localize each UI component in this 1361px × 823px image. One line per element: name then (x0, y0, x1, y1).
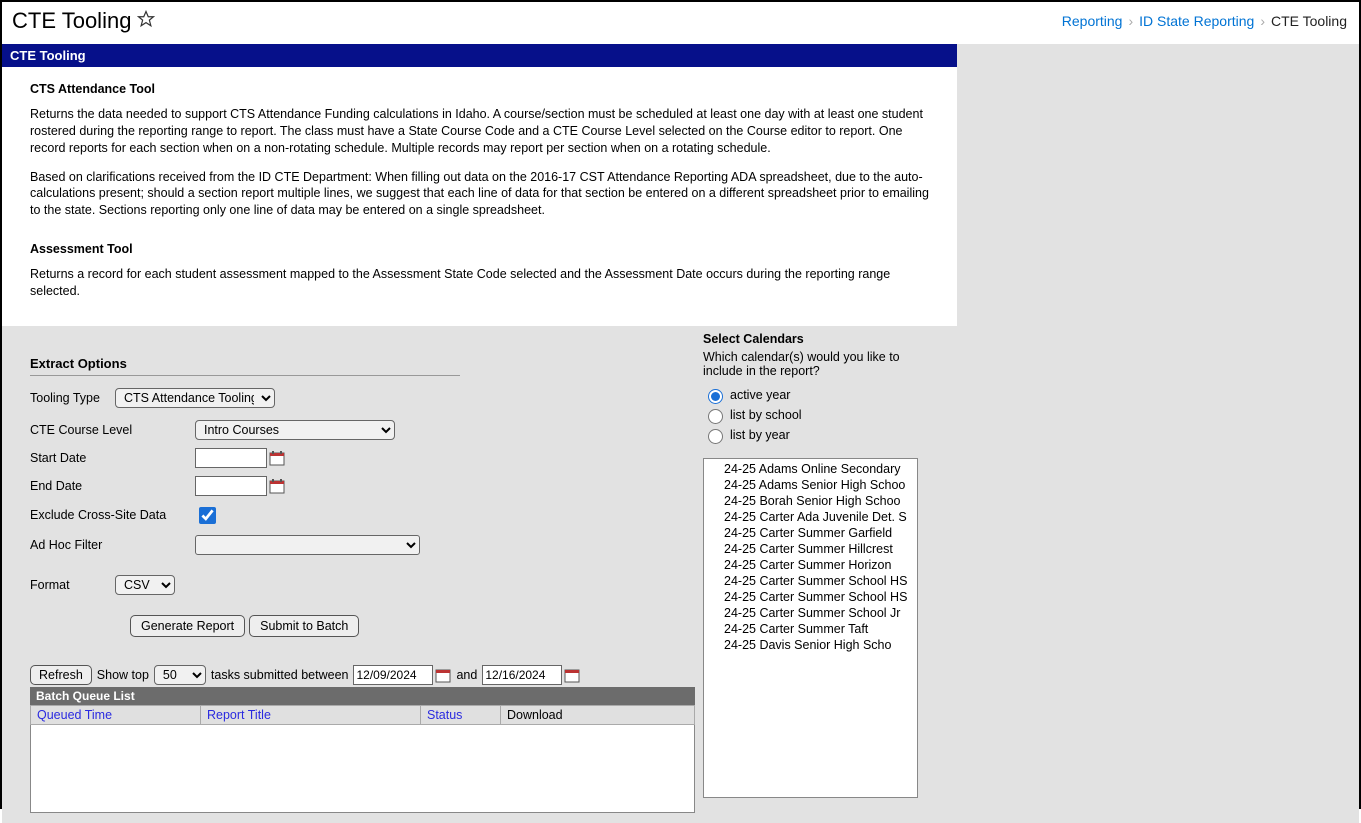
end-date-label: End Date (30, 479, 195, 493)
submit-to-batch-button[interactable]: Submit to Batch (249, 615, 359, 637)
generate-report-button[interactable]: Generate Report (130, 615, 245, 637)
calendar-list-item[interactable]: 24-25 Carter Summer Hillcrest (704, 541, 917, 557)
calendar-list-item[interactable]: 24-25 Carter Summer Garfield (704, 525, 917, 541)
refresh-button[interactable]: Refresh (30, 665, 92, 685)
calendar-scope-radio[interactable]: active year (703, 386, 933, 404)
calendar-icon[interactable] (435, 667, 451, 683)
description-panel: CTS Attendance Tool Returns the data nee… (2, 67, 957, 326)
show-top-label: Show top (97, 668, 149, 682)
calendar-list-item[interactable]: 24-25 Adams Senior High Schoo (704, 477, 917, 493)
assessment-heading: Assessment Tool (30, 241, 933, 258)
col-status[interactable]: Status (421, 705, 501, 724)
cte-course-level-label: CTE Course Level (30, 423, 195, 437)
breadcrumb: Reporting › ID State Reporting › CTE Too… (1062, 13, 1347, 29)
col-report-title[interactable]: Report Title (201, 705, 421, 724)
chevron-right-icon: › (1128, 13, 1133, 29)
page-title-text: CTE Tooling (12, 8, 131, 34)
assessment-desc: Returns a record for each student assess… (30, 266, 933, 300)
calendar-scope-radio[interactable]: list by year (703, 426, 933, 444)
right-gutter (957, 44, 1359, 823)
radio-input[interactable] (708, 429, 723, 444)
end-date-input[interactable] (195, 476, 267, 496)
queue-empty-body (31, 724, 695, 812)
breadcrumb-current: CTE Tooling (1271, 13, 1347, 29)
calendar-listbox[interactable]: 24-25 Adams Online Secondary24-25 Adams … (703, 458, 918, 798)
col-queued-time[interactable]: Queued Time (31, 705, 201, 724)
tasks-between-label: tasks submitted between (211, 668, 349, 682)
calendar-list-item[interactable]: 24-25 Carter Ada Juvenile Det. S (704, 509, 917, 525)
page-title: CTE Tooling (12, 8, 155, 34)
calendar-list-item[interactable]: 24-25 Borah Senior High Schoo (704, 493, 917, 509)
calendar-icon[interactable] (269, 478, 285, 494)
queue-date-from-input[interactable] (353, 665, 433, 685)
calendar-list-item[interactable]: 24-25 Carter Summer Horizon (704, 557, 917, 573)
format-select[interactable]: CSV (115, 575, 175, 595)
calendar-list-item[interactable]: 24-25 Davis Senior High Scho (704, 637, 917, 653)
col-download: Download (501, 705, 695, 724)
start-date-label: Start Date (30, 451, 195, 465)
radio-input[interactable] (708, 389, 723, 404)
breadcrumb-reporting[interactable]: Reporting (1062, 13, 1123, 29)
select-calendars-heading: Select Calendars (703, 332, 933, 346)
favorite-star-icon[interactable] (137, 8, 155, 34)
calendar-scope-radio[interactable]: list by school (703, 406, 933, 424)
extract-options-heading: Extract Options (30, 356, 460, 376)
radio-label: list by year (730, 428, 790, 442)
radio-label: list by school (730, 408, 802, 422)
cts-desc-2: Based on clarifications received from th… (30, 169, 933, 220)
chevron-right-icon: › (1260, 13, 1265, 29)
radio-label: active year (730, 388, 790, 402)
calendar-list-item[interactable]: 24-25 Carter Summer School HS (704, 573, 917, 589)
and-label: and (456, 668, 477, 682)
show-top-select[interactable]: 50 (154, 665, 206, 685)
calendar-list-item[interactable]: 24-25 Carter Summer School HS (704, 589, 917, 605)
cte-course-level-select[interactable]: Intro Courses (195, 420, 395, 440)
calendar-icon[interactable] (564, 667, 580, 683)
format-label: Format (30, 578, 115, 592)
adhoc-filter-label: Ad Hoc Filter (30, 538, 195, 552)
calendar-icon[interactable] (269, 450, 285, 466)
calendar-list-item[interactable]: 24-25 Adams Online Secondary (704, 461, 917, 477)
calendar-list-item[interactable]: 24-25 Carter Summer School Jr (704, 605, 917, 621)
batch-queue-table: Queued Time Report Title Status Download (30, 705, 695, 813)
exclude-cross-site-checkbox[interactable] (199, 507, 216, 524)
queue-date-to-input[interactable] (482, 665, 562, 685)
breadcrumb-state-reporting[interactable]: ID State Reporting (1139, 13, 1254, 29)
adhoc-filter-select[interactable] (195, 535, 420, 555)
cts-desc-1: Returns the data needed to support CTS A… (30, 106, 933, 157)
select-calendars-sub: Which calendar(s) would you like to incl… (703, 350, 933, 378)
start-date-input[interactable] (195, 448, 267, 468)
exclude-cross-site-label: Exclude Cross-Site Data (30, 508, 195, 522)
radio-input[interactable] (708, 409, 723, 424)
calendar-list-item[interactable]: 24-25 Carter Summer Taft (704, 621, 917, 637)
cts-attendance-heading: CTS Attendance Tool (30, 81, 933, 98)
tooling-type-label: Tooling Type (30, 391, 115, 405)
section-title-bar: CTE Tooling (2, 44, 957, 67)
tooling-type-select[interactable]: CTS Attendance Tooling (115, 388, 275, 408)
batch-queue-heading: Batch Queue List (30, 687, 695, 705)
